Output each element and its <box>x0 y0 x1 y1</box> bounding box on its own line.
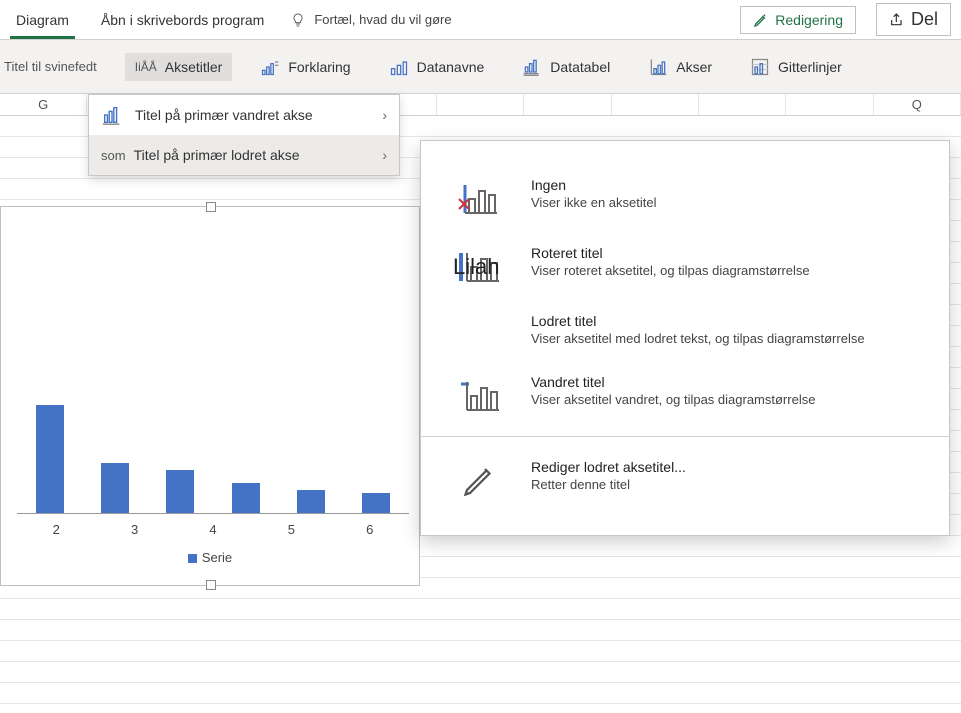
ribbon-data-table[interactable]: Datatabel <box>512 51 620 83</box>
x-tick-label: 5 <box>288 522 295 537</box>
option-title: Ingen <box>531 177 657 193</box>
ribbon-axes[interactable]: Akser <box>638 51 722 83</box>
col-header[interactable] <box>612 94 699 115</box>
legend-swatch <box>188 554 197 563</box>
x-tick-label: 6 <box>366 522 373 537</box>
axis-titles-prefix: IiÅÅ <box>135 60 157 74</box>
chart-ribbon: Titel til svinefedt IiÅÅ Aksetitler Fork… <box>0 40 961 94</box>
col-header[interactable] <box>699 94 786 115</box>
x-tick-label: 3 <box>131 522 138 537</box>
axes-icon <box>648 57 668 77</box>
x-tick-label: 2 <box>53 522 60 537</box>
chevron-right-icon: › <box>382 107 387 123</box>
submenu-label: Titel på primær vandret akse <box>135 107 313 123</box>
lightbulb-icon <box>290 12 306 28</box>
ribbon-data-labels[interactable]: Datanavne <box>379 51 495 83</box>
edit-button-label: Redigering <box>775 12 843 28</box>
axis-titles-submenu: Titel på primær vandret akse › som Titel… <box>88 94 400 176</box>
legend-icon <box>260 57 280 77</box>
col-header[interactable]: G <box>0 94 87 115</box>
tell-me-search[interactable]: Fortæl, hvad du vil gøre <box>290 12 451 28</box>
tell-me-label: Fortæl, hvad du vil gøre <box>314 12 451 27</box>
option-vertical-title[interactable]: Lodret titel Viser aksetitel med lodret … <box>421 299 949 360</box>
axes-label: Akser <box>676 59 712 75</box>
col-header[interactable] <box>786 94 873 115</box>
chart-legend: Serie <box>1 550 419 565</box>
axis-title-options-flyout: Ingen Viser ikke en aksetitel Roteret ti… <box>420 140 950 536</box>
option-desc: Viser roteret aksetitel, og tilpas diagr… <box>531 263 810 278</box>
tab-diagram[interactable]: Diagram <box>10 2 75 38</box>
share-button-label: Del <box>911 9 938 30</box>
share-icon <box>889 12 905 28</box>
gridlines-label: Gitterlinjer <box>778 59 842 75</box>
pencil-icon <box>753 12 769 28</box>
chart-bar <box>232 483 260 513</box>
option-rotated-title[interactable]: Roteret titel Viser roteret aksetitel, o… <box>421 231 949 299</box>
chart-x-labels: 2 3 4 5 6 <box>17 522 409 537</box>
pencil-icon <box>461 463 497 499</box>
tab-bar: Diagram Åbn i skrivebords program Fortæl… <box>0 0 961 40</box>
option-edit-axis-title[interactable]: Rediger lodret aksetitel... Retter denne… <box>421 436 949 513</box>
option-horizontal-title[interactable]: Vandret titel Viser aksetitel vandret, o… <box>421 360 949 428</box>
option-none[interactable]: Ingen Viser ikke en aksetitel <box>421 163 949 231</box>
legend-label: Forklaring <box>288 59 350 75</box>
chart-bar <box>166 470 194 513</box>
chart-bar <box>297 490 325 513</box>
data-table-label: Datatabel <box>550 59 610 75</box>
submenu-label: Titel på primær lodret akse <box>134 147 300 163</box>
ribbon-gridlines[interactable]: Gitterlinjer <box>740 51 852 83</box>
chart-bars <box>17 397 409 513</box>
horizontal-icon <box>457 378 501 414</box>
data-table-icon <box>522 57 542 77</box>
option-title: Rediger lodret aksetitel... <box>531 459 686 475</box>
option-title: Lodret titel <box>531 313 865 329</box>
chart-bar <box>101 463 129 513</box>
option-title: Roteret titel <box>531 245 810 261</box>
open-in-desktop[interactable]: Åbn i skrivebords program <box>95 2 270 38</box>
option-desc: Viser aksetitel med lodret tekst, og til… <box>531 331 865 346</box>
none-icon <box>457 181 501 217</box>
gridlines-icon <box>750 57 770 77</box>
embedded-chart[interactable]: 2 3 4 5 6 Serie <box>0 206 420 586</box>
share-button[interactable]: Del <box>876 3 951 36</box>
data-labels-icon <box>389 57 409 77</box>
submenu-horizontal-axis-title[interactable]: Titel på primær vandret akse › <box>89 95 399 135</box>
chart-baseline <box>17 513 409 514</box>
col-header[interactable] <box>524 94 611 115</box>
chevron-right-icon: › <box>382 147 387 163</box>
submenu-vertical-axis-title[interactable]: som Titel på primær lodret akse › <box>89 135 399 175</box>
edit-button[interactable]: Redigering <box>740 6 856 34</box>
chart-bar <box>36 405 64 513</box>
ribbon-axis-titles[interactable]: IiÅÅ Aksetitler <box>125 53 233 81</box>
col-header[interactable] <box>437 94 524 115</box>
submenu-prefix: som <box>101 148 126 163</box>
ribbon-titel-svinefedt[interactable]: Titel til svinefedt <box>4 53 107 80</box>
option-desc: Retter denne titel <box>531 477 686 492</box>
col-header[interactable]: Q <box>874 94 961 115</box>
ribbon-legend[interactable]: Forklaring <box>250 51 360 83</box>
legend-text: Serie <box>202 550 232 565</box>
option-title: Vandret titel <box>531 374 815 390</box>
option-desc: Viser ikke en aksetitel <box>531 195 657 210</box>
chart-icon <box>101 104 123 126</box>
data-labels-label: Datanavne <box>417 59 485 75</box>
axis-titles-label: Aksetitler <box>165 59 223 75</box>
watermark-text: Lilah <box>453 254 499 280</box>
chart-bar <box>362 493 390 513</box>
x-tick-label: 4 <box>209 522 216 537</box>
option-desc: Viser aksetitel vandret, og tilpas diagr… <box>531 392 815 407</box>
